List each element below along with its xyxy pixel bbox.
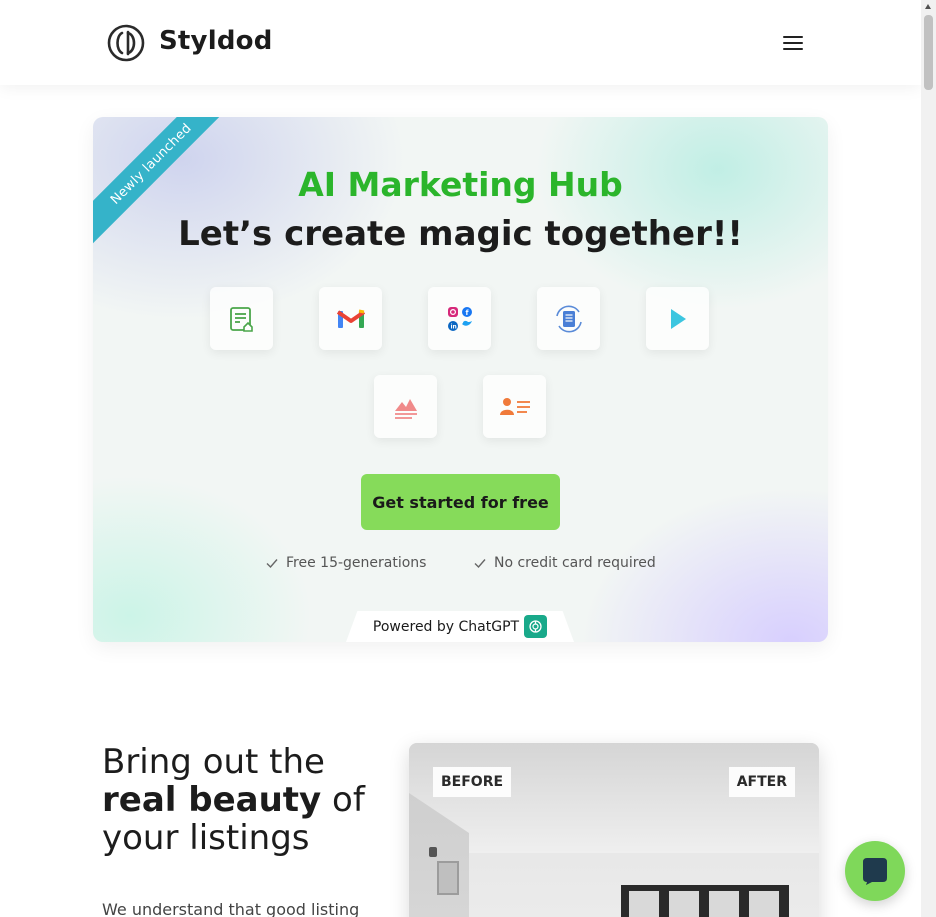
heading-line-3: your listings — [102, 818, 310, 858]
document-sync-icon — [555, 305, 582, 332]
feature-no-credit-card: No credit card required — [473, 555, 656, 571]
room-photo-window — [621, 885, 789, 917]
feature-label: Free 15-generations — [286, 555, 427, 571]
tool-social-media[interactable]: f in — [428, 287, 491, 350]
heading-after-bold: of — [321, 780, 365, 820]
gmail-icon — [336, 309, 365, 328]
get-started-button[interactable]: Get started for free — [361, 474, 560, 530]
listing-description-icon — [229, 306, 253, 332]
svg-text:in: in — [450, 323, 456, 330]
page-scrollbar[interactable] — [921, 0, 936, 917]
section-body-text: We understand that good listing — [102, 900, 360, 917]
hero-card: Newly launched AI Marketing Hub Let’s cr… — [93, 117, 828, 642]
feature-label: No credit card required — [494, 555, 656, 571]
check-icon — [266, 559, 278, 569]
hero-title: AI Marketing Hub — [298, 165, 623, 204]
before-after-slider[interactable]: BEFORE AFTER — [409, 743, 819, 917]
site-header: Styldod — [0, 0, 921, 85]
room-photo-vent — [437, 861, 459, 895]
section-heading: Bring out the real beauty of your listin… — [102, 743, 402, 857]
page: Styldod Newly launched AI Marketing Hub … — [0, 0, 921, 917]
heading-line-2: real beauty of — [102, 781, 402, 819]
heading-line-1: Bring out the — [102, 742, 325, 782]
styldod-logo-icon[interactable] — [107, 24, 145, 62]
tool-property-image[interactable] — [374, 375, 437, 438]
property-image-icon — [394, 398, 417, 419]
tool-document-sync[interactable] — [537, 287, 600, 350]
after-label: AFTER — [728, 767, 795, 797]
powered-by-label: Powered by ChatGPT — [372, 618, 520, 635]
check-icon — [474, 559, 486, 569]
social-media-icon: f in — [447, 306, 472, 331]
chat-widget-button[interactable] — [845, 841, 905, 901]
chatgpt-icon — [524, 615, 548, 638]
agent-profile-icon — [499, 397, 530, 415]
hero-subtitle: Let’s create magic together!! — [178, 214, 743, 254]
feature-free-generations: Free 15-generations — [265, 555, 426, 571]
room-photo-lamp — [429, 847, 437, 857]
tool-gmail[interactable] — [319, 287, 382, 350]
tool-video[interactable] — [646, 287, 709, 350]
room-photo-ceiling — [409, 743, 819, 853]
play-video-icon — [670, 308, 686, 329]
heading-bold: real beauty — [102, 780, 322, 820]
chat-bubble-icon — [863, 858, 887, 885]
scrollbar-thumb[interactable] — [924, 15, 933, 90]
tool-agent-profile[interactable] — [483, 375, 546, 438]
hamburger-menu-icon[interactable] — [781, 33, 805, 53]
before-label: BEFORE — [433, 767, 512, 797]
tool-listing-description[interactable] — [210, 287, 273, 350]
powered-by-badge: Powered by ChatGPT — [346, 611, 574, 642]
scroll-up-arrow-icon[interactable] — [925, 4, 931, 9]
logo-text[interactable]: Styldod — [159, 26, 273, 56]
